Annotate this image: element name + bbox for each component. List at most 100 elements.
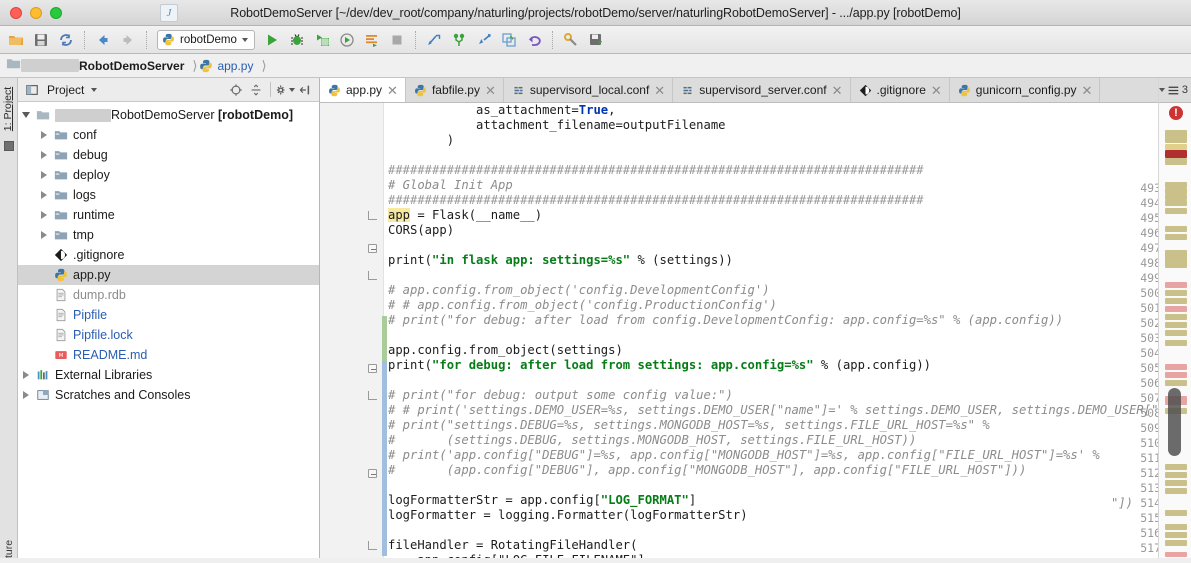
inspection-marker[interactable] (1165, 150, 1187, 158)
code-line[interactable]: # print('app.config["DEBUG"]=%s, app.con… (384, 448, 1191, 463)
inspection-marker[interactable] (1165, 380, 1187, 386)
favorites-icon[interactable] (4, 141, 14, 151)
vcs-update-button[interactable] (422, 28, 446, 52)
editor-tab-supervisord-local-conf[interactable]: supervisord_local.conf ✕ (504, 78, 674, 102)
inspection-marker[interactable] (1165, 510, 1187, 516)
code-line[interactable] (384, 373, 1191, 388)
hide-icon[interactable] (295, 80, 315, 100)
fold-collapse-icon[interactable] (367, 361, 378, 376)
inspection-marker[interactable] (1165, 158, 1187, 165)
code-line[interactable]: ########################################… (384, 193, 1191, 208)
code-line[interactable]: # (app.config["DEBUG"], app.config["MONG… (384, 463, 1191, 478)
tree-row-app-py[interactable]: app.py (18, 265, 319, 285)
close-icon[interactable]: ✕ (931, 84, 942, 97)
gear-icon[interactable] (275, 80, 295, 100)
vcs-push-button[interactable] (472, 28, 496, 52)
code-line[interactable]: logFormatter = logging.Formatter(logForm… (384, 508, 1191, 523)
inspection-marker[interactable] (1165, 250, 1187, 268)
code-content[interactable]: as_attachment=True, attachment_filename=… (384, 103, 1191, 563)
forward-button[interactable] (116, 28, 140, 52)
fold-collapse-icon[interactable] (367, 466, 378, 481)
tree-row-conf[interactable]: conf (18, 125, 319, 145)
tree-row-tmp[interactable]: tmp (18, 225, 319, 245)
inspection-marker[interactable] (1165, 322, 1187, 328)
code-line[interactable]: # (settings.DEBUG, settings.MONGODB_HOST… (384, 433, 1191, 448)
fold-end-icon[interactable] (367, 271, 378, 286)
code-line[interactable]: logFormatterStr = app.config["LOG_FORMAT… (384, 493, 1191, 508)
chevron-down-icon[interactable] (1159, 88, 1165, 92)
breadcrumb-item-file[interactable]: app.py (199, 59, 259, 73)
code-line[interactable]: # Global Init App (384, 178, 1191, 193)
code-line[interactable] (384, 478, 1191, 493)
stop-button[interactable] (385, 28, 409, 52)
inspection-marker[interactable] (1165, 532, 1187, 538)
tree-row-readme[interactable]: M README.md (18, 345, 319, 365)
code-line[interactable]: ########################################… (384, 163, 1191, 178)
code-line[interactable]: app.config.from_object(settings) (384, 343, 1191, 358)
inspection-marker[interactable] (1165, 372, 1187, 378)
inspection-marker[interactable] (1165, 136, 1187, 143)
deploy-button[interactable] (584, 28, 608, 52)
close-icon[interactable]: ✕ (654, 84, 665, 97)
close-icon[interactable]: ✕ (387, 84, 398, 97)
tree-row-scratches[interactable]: Scratches and Consoles (18, 385, 319, 405)
code-line[interactable]: # # app.config.from_object('config.Produ… (384, 298, 1191, 313)
close-icon[interactable]: ✕ (832, 84, 843, 97)
editor-tab-fabfile-py[interactable]: fabfile.py ✕ (406, 78, 504, 102)
editor-tab-gitignore[interactable]: .gitignore ✕ (851, 78, 950, 102)
inspection-marker[interactable] (1165, 290, 1187, 296)
expand-arrow-icon[interactable] (36, 191, 52, 199)
open-folder-button[interactable] (4, 28, 28, 52)
code-line[interactable]: # # print('settings.DEMO_USER=%s, settin… (384, 403, 1191, 418)
fold-end-icon[interactable] (367, 541, 378, 556)
expand-arrow-icon[interactable] (18, 371, 34, 379)
code-line[interactable]: CORS(app) (384, 223, 1191, 238)
tree-row-pipfile[interactable]: Pipfile (18, 305, 319, 325)
run-configuration-selector[interactable]: robotDemo (157, 29, 255, 50)
debug-button[interactable] (285, 28, 309, 52)
inspection-marker[interactable] (1165, 298, 1187, 304)
code-line[interactable] (384, 523, 1191, 538)
expand-arrow-icon[interactable] (18, 112, 34, 118)
vcs-commit-button[interactable] (447, 28, 471, 52)
back-button[interactable] (91, 28, 115, 52)
zoom-button[interactable] (50, 6, 62, 19)
run-coverage-button[interactable] (310, 28, 334, 52)
run-with-console-button[interactable] (360, 28, 384, 52)
inspection-marker[interactable] (1165, 340, 1187, 346)
inspection-marker[interactable] (1165, 282, 1187, 288)
inspection-marker[interactable] (1165, 472, 1187, 478)
vcs-history-button[interactable] (497, 28, 521, 52)
tree-row-root[interactable]: RobotDemoServer [robotDemo] (18, 105, 319, 125)
expand-arrow-icon[interactable] (36, 231, 52, 239)
code-line[interactable]: # app.config.from_object('config.Develop… (384, 283, 1191, 298)
editor-gutter[interactable] (320, 103, 384, 563)
editor-tab-gunicorn-config-py[interactable]: gunicorn_config.py ✕ (950, 78, 1101, 102)
breadcrumb-item-project[interactable]: RobotDemoServer (79, 59, 190, 73)
expand-arrow-icon[interactable] (18, 391, 34, 399)
code-line[interactable] (384, 268, 1191, 283)
minimize-button[interactable] (30, 6, 42, 19)
undo-button[interactable] (522, 28, 546, 52)
inspection-marker[interactable] (1165, 524, 1187, 530)
code-line[interactable]: print("for debug: after load from settin… (384, 358, 1191, 373)
inspection-marker[interactable] (1165, 364, 1187, 370)
tree-row-dump-rdb[interactable]: dump.rdb (18, 285, 319, 305)
expand-arrow-icon[interactable] (36, 211, 52, 219)
inspection-marker[interactable] (1165, 200, 1187, 206)
fold-collapse-icon[interactable] (367, 241, 378, 256)
inspection-marker[interactable] (1165, 464, 1187, 470)
inspection-marker[interactable] (1165, 208, 1187, 214)
tree-row-external-libraries[interactable]: External Libraries (18, 365, 319, 385)
sync-button[interactable] (54, 28, 78, 52)
error-circle-icon[interactable]: ! (1169, 106, 1183, 120)
expand-arrow-icon[interactable] (36, 151, 52, 159)
fold-end-icon[interactable] (367, 391, 378, 406)
code-line[interactable]: # print("settings.DEBUG=%s, settings.MON… (384, 418, 1191, 433)
code-line[interactable]: print("in flask app: settings=%s" % (set… (384, 253, 1191, 268)
inspection-marker[interactable] (1165, 226, 1187, 232)
tree-row-pipfile-lock[interactable]: Pipfile.lock (18, 325, 319, 345)
code-line[interactable] (384, 328, 1191, 343)
inspection-marker[interactable] (1165, 488, 1187, 494)
code-line[interactable]: fileHandler = RotatingFileHandler( (384, 538, 1191, 553)
